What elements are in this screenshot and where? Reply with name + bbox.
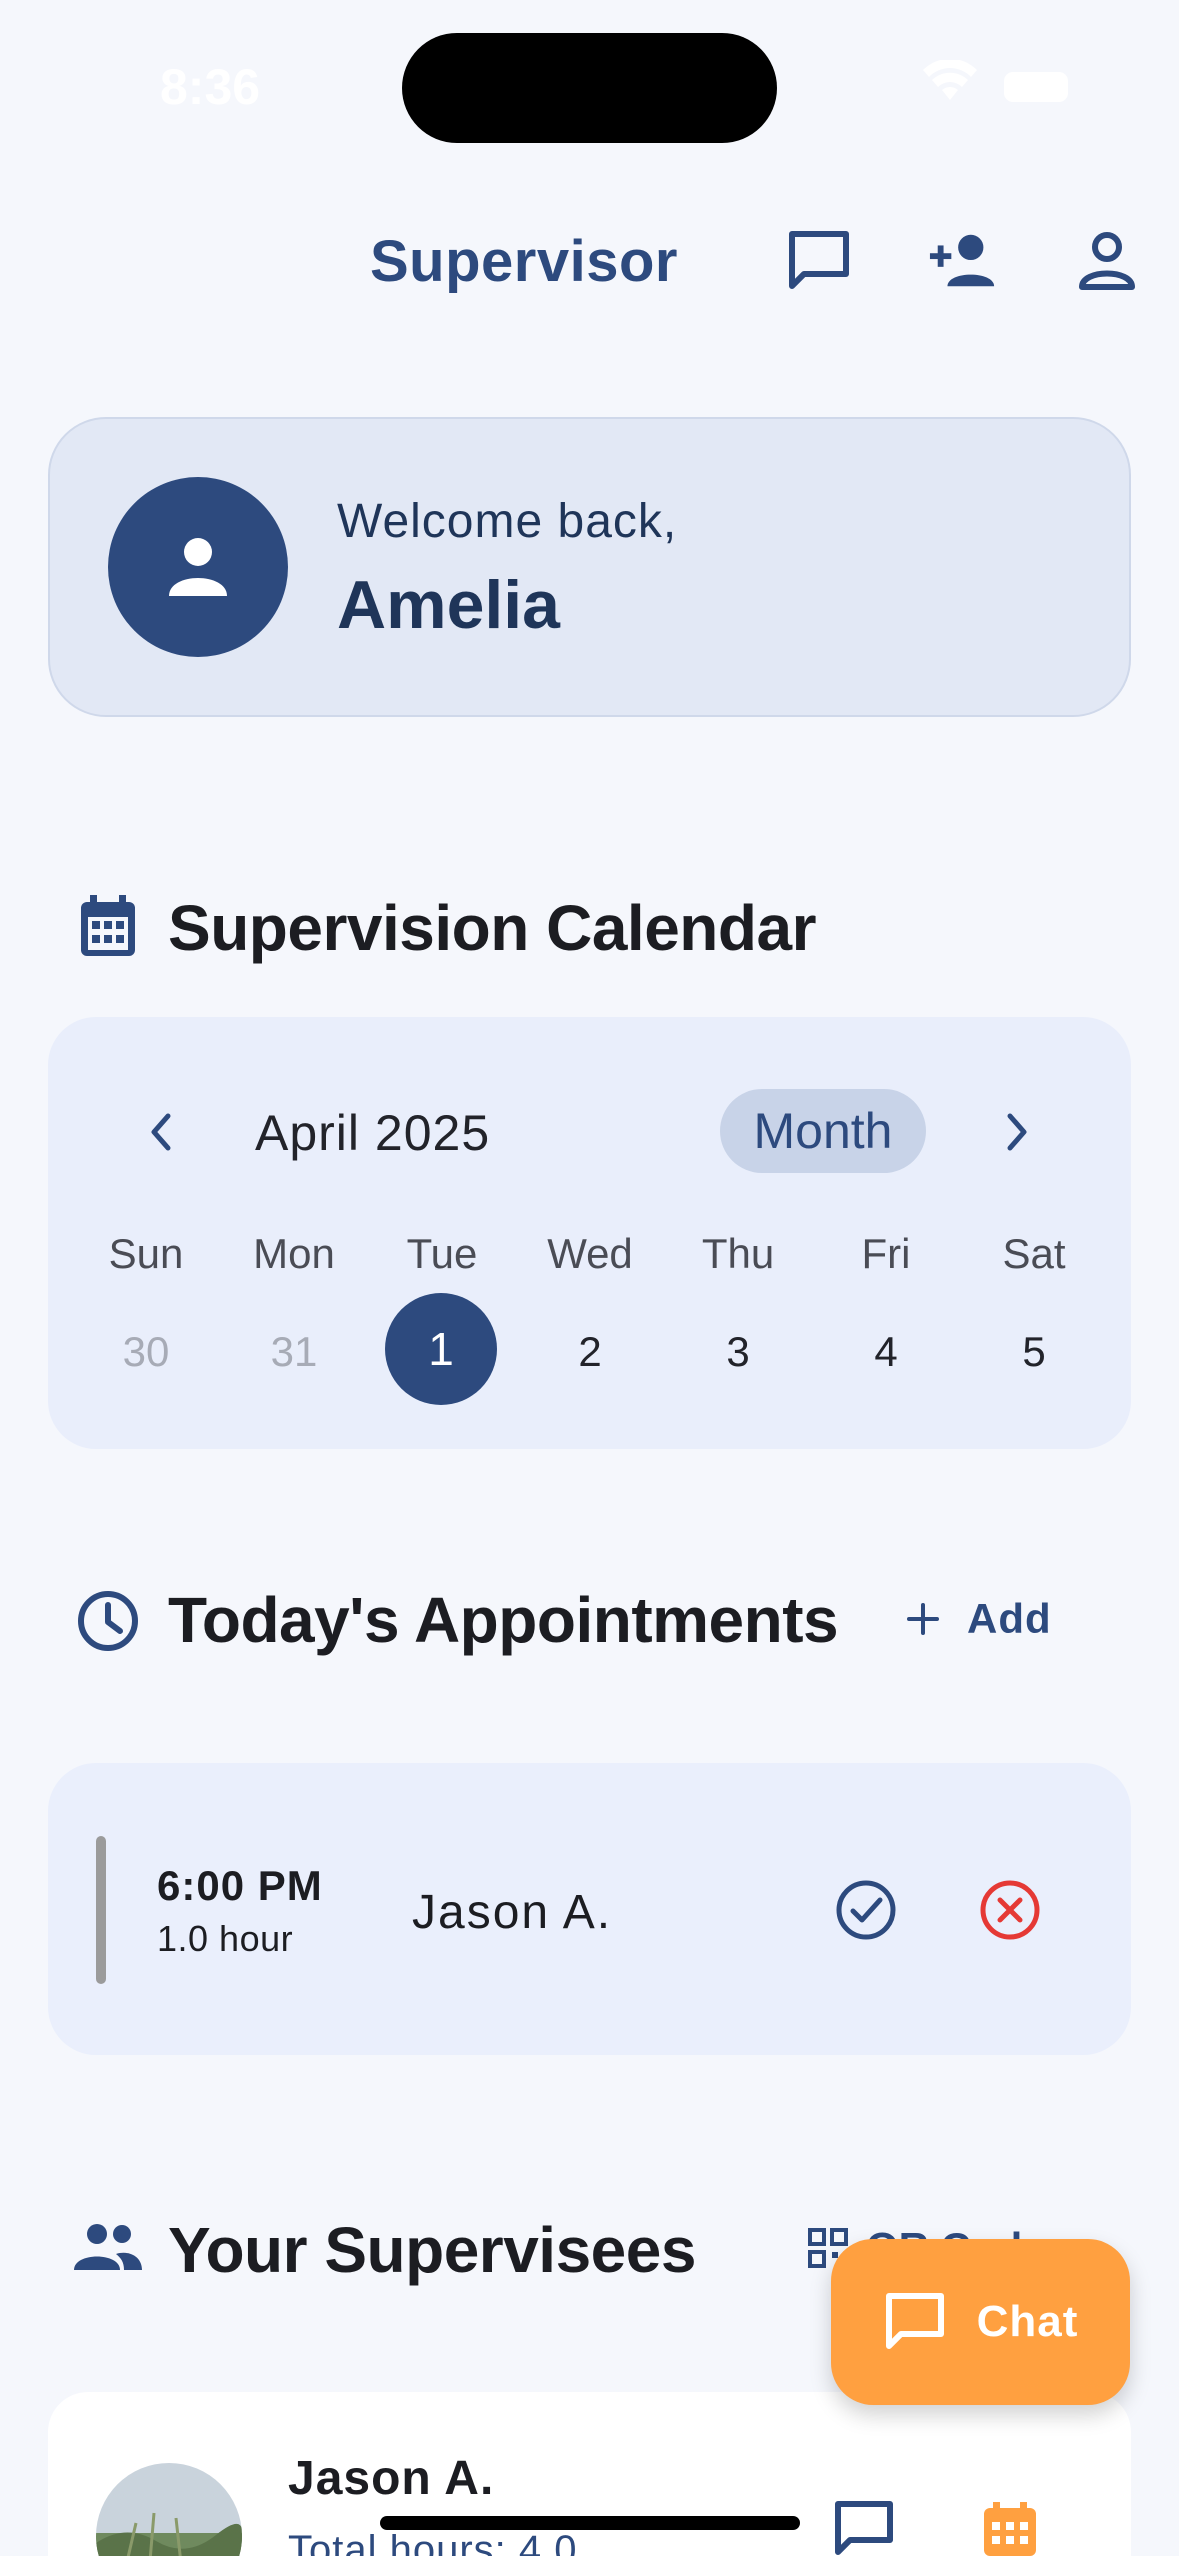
calendar-section-title: Supervision Calendar [168, 892, 816, 964]
calendar-month-label: April 2025 [255, 1105, 491, 1161]
weekday-label: Mon [253, 1230, 335, 1277]
messages-icon[interactable] [784, 226, 854, 296]
weekday-label: Fri [861, 1230, 911, 1277]
supervisees-section-title: Your Supervisees [168, 2214, 696, 2286]
appointments-section-title: Today's Appointments [168, 1584, 839, 1656]
wifi-icon [922, 58, 978, 107]
weekday-label: Sat [1002, 1230, 1066, 1277]
add-appointment-button[interactable]: Add [905, 1595, 1052, 1643]
weekday-label: Sun [108, 1230, 184, 1277]
user-avatar-icon [108, 477, 288, 657]
view-mode-toggle[interactable]: Month [720, 1089, 926, 1173]
welcome-greeting: Welcome back, [337, 495, 678, 548]
chat-icon [885, 2293, 944, 2349]
appointment-status-bar [96, 1836, 106, 1984]
calendar-day-selected[interactable]: 1 [385, 1293, 497, 1405]
approve-icon[interactable] [834, 1878, 898, 1947]
weekday-label: Thu [701, 1230, 775, 1277]
appointment-name: Jason A. [412, 1886, 613, 1939]
calendar-day[interactable]: 3 [678, 1328, 798, 1376]
page-title: Supervisor [370, 229, 678, 294]
weekday-label: Wed [547, 1230, 633, 1277]
schedule-supervisee-icon[interactable] [982, 2502, 1038, 2556]
clock-icon [76, 1589, 140, 1658]
calendar-day[interactable]: 30 [86, 1328, 206, 1376]
plus-icon [907, 1603, 939, 1635]
appointment-time: 6:00 PM [157, 1862, 323, 1909]
account-icon[interactable] [1072, 226, 1142, 296]
status-time: 8:36 [160, 59, 261, 115]
home-indicator [380, 2516, 800, 2530]
battery-icon [1004, 72, 1068, 102]
supervisee-hours: Total hours: 4.0 [288, 2528, 578, 2556]
add-label: Add [967, 1595, 1052, 1642]
weekday-label: Tue [406, 1230, 478, 1277]
add-person-icon[interactable] [928, 226, 998, 296]
dynamic-island [402, 33, 777, 143]
calendar-icon [78, 895, 138, 964]
message-supervisee-icon[interactable] [832, 2500, 896, 2556]
calendar-day[interactable]: 5 [974, 1328, 1094, 1376]
welcome-name: Amelia [337, 567, 560, 643]
calendar-day[interactable]: 4 [826, 1328, 946, 1376]
appointment-duration: 1.0 hour [157, 1918, 294, 1959]
calendar-day[interactable]: 2 [530, 1328, 650, 1376]
chat-button[interactable]: Chat [831, 2239, 1130, 2405]
group-icon [72, 2222, 144, 2279]
chevron-right-icon[interactable] [998, 1108, 1038, 1161]
chevron-left-icon[interactable] [140, 1108, 180, 1161]
calendar-day[interactable]: 31 [234, 1328, 354, 1376]
supervisee-name: Jason A. [288, 2452, 495, 2505]
chat-label: Chat [976, 2297, 1079, 2346]
reject-icon[interactable] [978, 1878, 1042, 1947]
